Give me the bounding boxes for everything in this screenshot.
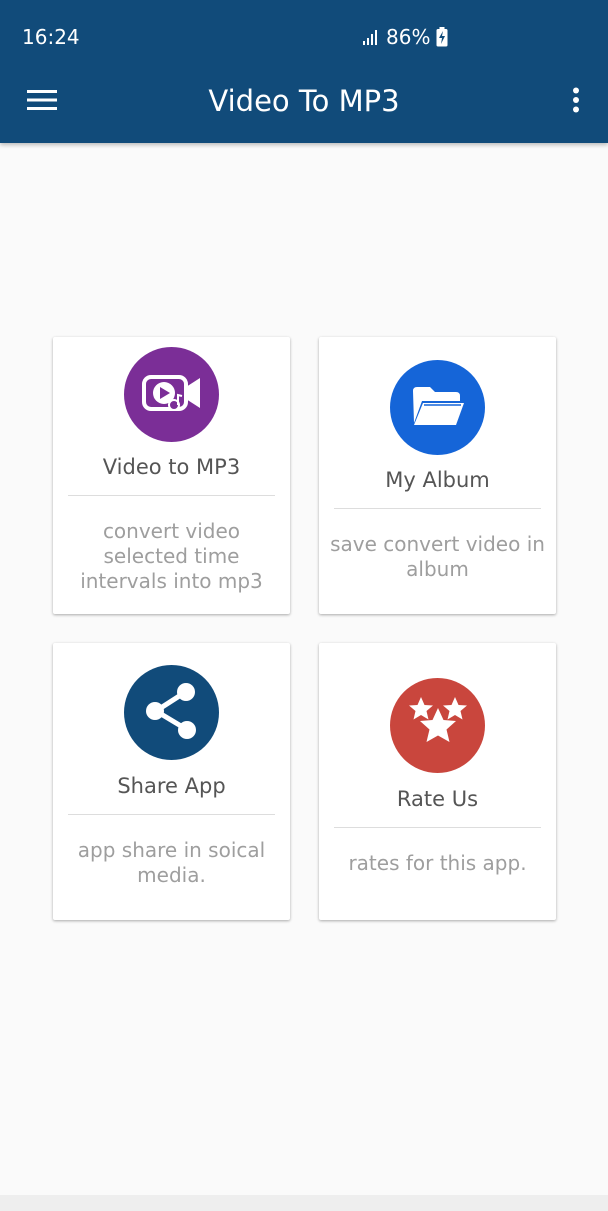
app-bar: 16:24 86% Video To MP3 [0,0,608,143]
navigation-bar [0,1195,608,1211]
share-icon [142,681,202,745]
card-divider [68,814,275,815]
card-rate-us[interactable]: Rate Us rates for this app. [319,643,556,920]
card-description: rates for this app. [348,851,527,875]
card-divider [68,495,275,496]
card-title: Video to MP3 [102,455,241,479]
card-title: Share App [117,774,226,798]
menu-button[interactable] [22,82,62,122]
status-time: 16:24 [22,25,80,49]
card-title: My Album [385,468,490,492]
card-divider [334,827,541,828]
card-icon-circle [390,678,485,773]
video-music-icon [140,369,204,421]
card-my-album[interactable]: My Album save convert video in album [319,337,556,614]
card-icon-circle [124,665,219,760]
overflow-menu-button[interactable] [560,82,592,122]
signal-icon [362,28,380,46]
card-share-app[interactable]: Share App app share in soical media. [53,643,290,920]
stars-icon [403,694,473,758]
card-icon-circle [124,347,219,442]
hamburger-menu-icon [27,89,57,115]
card-icon-circle [390,360,485,455]
page-title: Video To MP3 [208,84,400,118]
card-divider [334,508,541,509]
battery-percent: 86% [386,25,431,49]
more-vert-icon [572,87,580,117]
status-indicators: 86% [362,25,448,49]
card-description: save convert video in album [330,532,545,581]
card-description: convert video selected time intervals in… [80,519,263,593]
card-video-to-mp3[interactable]: Video to MP3 convert video selected time… [53,337,290,614]
folder-open-icon [410,383,466,433]
battery-charging-icon [436,27,448,47]
card-description: app share in soical media. [77,838,266,887]
card-title: Rate Us [396,787,479,811]
